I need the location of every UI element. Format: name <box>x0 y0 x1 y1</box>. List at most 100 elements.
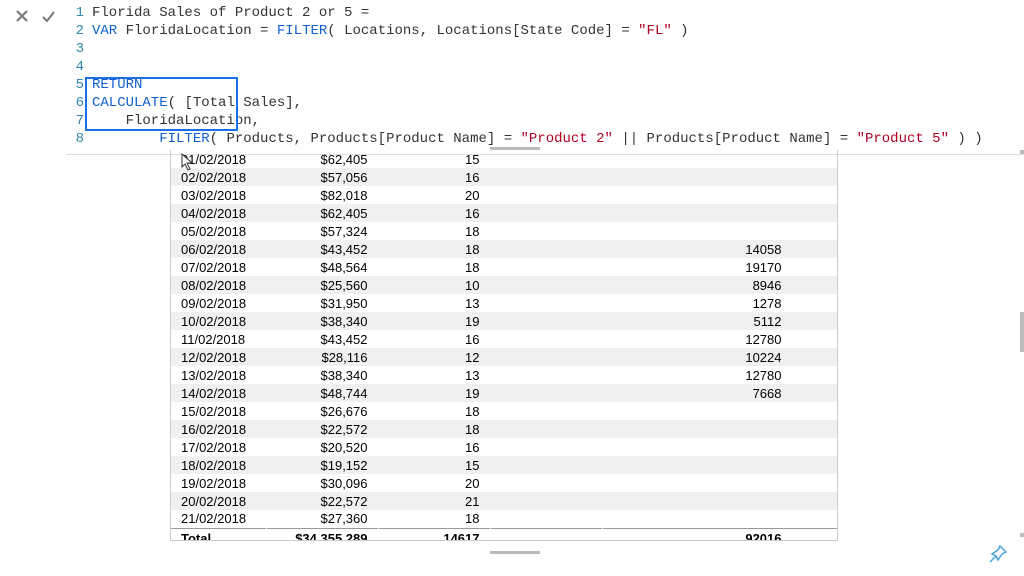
cell <box>602 510 837 528</box>
total-cell: 14617 <box>378 528 490 540</box>
cell: 14/02/2018 <box>171 384 266 402</box>
table-row[interactable]: 10/02/2018$38,340195112 <box>171 312 837 330</box>
cell <box>490 312 602 330</box>
table-row[interactable]: 17/02/2018$20,52016 <box>171 438 837 456</box>
cell <box>490 348 602 366</box>
cell: 02/02/2018 <box>171 168 266 186</box>
cell: 19 <box>378 312 490 330</box>
cell: 20/02/2018 <box>171 492 266 510</box>
cell <box>490 168 602 186</box>
cell: $48,564 <box>266 258 378 276</box>
cell: $22,572 <box>266 420 378 438</box>
cell: 21 <box>378 492 490 510</box>
cell: 06/02/2018 <box>171 240 266 258</box>
cell <box>602 186 837 204</box>
table-row[interactable]: 15/02/2018$26,67618 <box>171 402 837 420</box>
table-row[interactable]: 12/02/2018$28,1161210224 <box>171 348 837 366</box>
table-row[interactable]: 08/02/2018$25,560108946 <box>171 276 837 294</box>
table-row[interactable]: 01/02/2018$62,40515 <box>171 150 837 168</box>
scroll-indicator[interactable] <box>1020 150 1024 154</box>
cell: 01/02/2018 <box>171 150 266 168</box>
cell: 12780 <box>602 366 837 384</box>
cell: 18/02/2018 <box>171 456 266 474</box>
cell: 07/02/2018 <box>171 258 266 276</box>
cell: 08/02/2018 <box>171 276 266 294</box>
cell: 19170 <box>602 258 837 276</box>
cell: 15 <box>378 150 490 168</box>
cell: 21/02/2018 <box>171 510 266 528</box>
table-row[interactable]: 18/02/2018$19,15215 <box>171 456 837 474</box>
cell <box>602 456 837 474</box>
table-row[interactable]: 19/02/2018$30,09620 <box>171 474 837 492</box>
table-row[interactable]: 04/02/2018$62,40516 <box>171 204 837 222</box>
table-row[interactable]: 07/02/2018$48,5641819170 <box>171 258 837 276</box>
cell: 20 <box>378 186 490 204</box>
table-row[interactable]: 21/02/2018$27,36018 <box>171 510 837 528</box>
cell <box>490 330 602 348</box>
cell: 20 <box>378 474 490 492</box>
cell: 16 <box>378 330 490 348</box>
cell <box>490 240 602 258</box>
cell: $31,950 <box>266 294 378 312</box>
cell: $30,096 <box>266 474 378 492</box>
resize-handle[interactable] <box>490 147 540 150</box>
cell: 03/02/2018 <box>171 186 266 204</box>
cell <box>490 150 602 168</box>
table-row[interactable]: 06/02/2018$43,4521814058 <box>171 240 837 258</box>
cell <box>602 150 837 168</box>
cell: $57,324 <box>266 222 378 240</box>
total-cell <box>490 528 602 540</box>
cell <box>490 204 602 222</box>
cell: 17/02/2018 <box>171 438 266 456</box>
total-cell: Total <box>171 528 266 540</box>
cell: $26,676 <box>266 402 378 420</box>
table-row[interactable]: 03/02/2018$82,01820 <box>171 186 837 204</box>
cell: 8946 <box>602 276 837 294</box>
pin-icon[interactable] <box>986 542 1010 566</box>
data-table: 01/02/2018$62,4051502/02/2018$57,0561603… <box>171 150 837 540</box>
cell <box>490 474 602 492</box>
cell <box>490 420 602 438</box>
cell <box>490 402 602 420</box>
commit-icon[interactable] <box>40 8 56 24</box>
cell <box>490 366 602 384</box>
cell <box>490 456 602 474</box>
table-row[interactable]: 13/02/2018$38,3401312780 <box>171 366 837 384</box>
cell: $48,744 <box>266 384 378 402</box>
cell: $22,572 <box>266 492 378 510</box>
formula-bar-actions <box>0 0 66 24</box>
data-table-visual[interactable]: 01/02/2018$62,4051502/02/2018$57,0561603… <box>170 150 838 541</box>
cell: 15/02/2018 <box>171 402 266 420</box>
table-row[interactable]: 20/02/2018$22,57221 <box>171 492 837 510</box>
table-row[interactable]: 09/02/2018$31,950131278 <box>171 294 837 312</box>
cell: 10224 <box>602 348 837 366</box>
cell <box>490 294 602 312</box>
cell <box>490 510 602 528</box>
table-row[interactable]: 05/02/2018$57,32418 <box>171 222 837 240</box>
cell: 18 <box>378 510 490 528</box>
cell <box>602 420 837 438</box>
cell: 1278 <box>602 294 837 312</box>
cell: 10/02/2018 <box>171 312 266 330</box>
cell <box>490 276 602 294</box>
cell: $82,018 <box>266 186 378 204</box>
code-text: Florida Sales of Product 2 or 5 = <box>92 4 369 22</box>
cancel-icon[interactable] <box>14 8 30 24</box>
cell: $28,116 <box>266 348 378 366</box>
cell: 18 <box>378 240 490 258</box>
table-row[interactable]: 02/02/2018$57,05616 <box>171 168 837 186</box>
cell: 16 <box>378 204 490 222</box>
table-row[interactable]: 11/02/2018$43,4521612780 <box>171 330 837 348</box>
scroll-thumb[interactable] <box>1020 312 1024 352</box>
cell: 11/02/2018 <box>171 330 266 348</box>
formula-bar[interactable]: 1Florida Sales of Product 2 or 5 = 2VAR … <box>66 0 1024 155</box>
cell: 18 <box>378 420 490 438</box>
resize-handle[interactable] <box>490 551 540 554</box>
total-row: Total$34,355,2891461792016 <box>171 528 837 540</box>
scroll-indicator[interactable] <box>1020 533 1024 537</box>
cell: 13/02/2018 <box>171 366 266 384</box>
cell: 04/02/2018 <box>171 204 266 222</box>
table-row[interactable]: 16/02/2018$22,57218 <box>171 420 837 438</box>
cell <box>602 474 837 492</box>
table-row[interactable]: 14/02/2018$48,744197668 <box>171 384 837 402</box>
